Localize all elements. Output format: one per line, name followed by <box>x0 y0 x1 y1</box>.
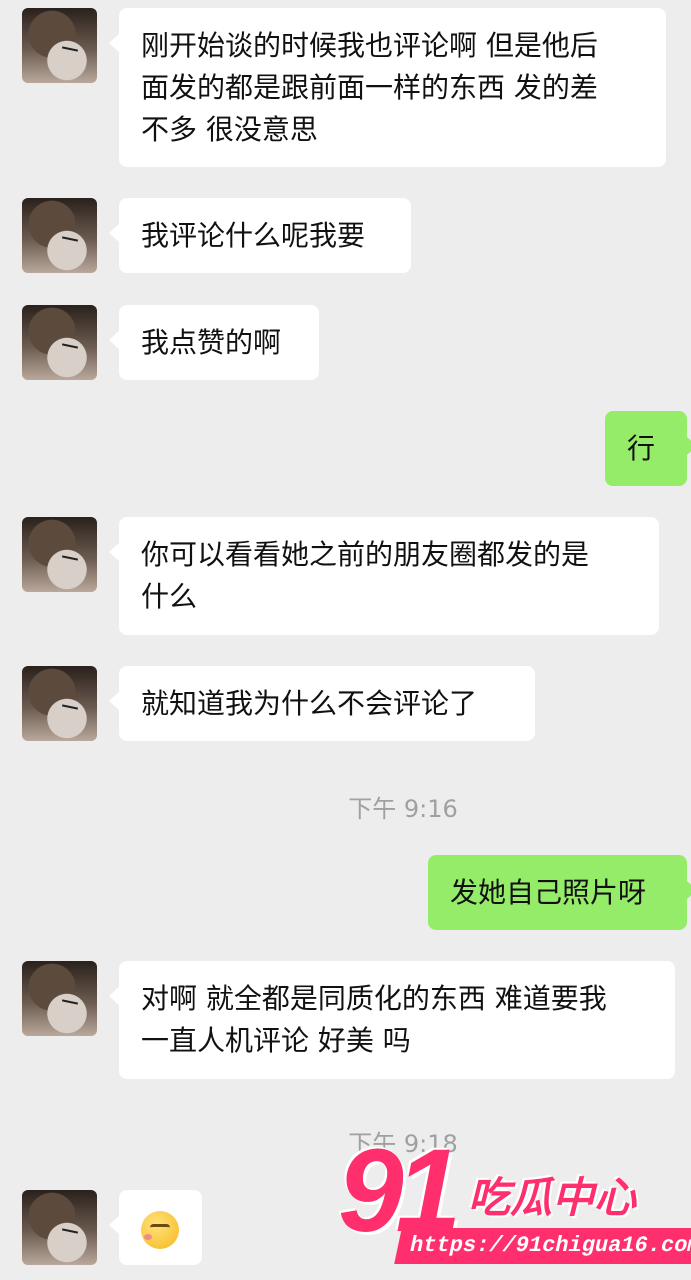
message-line: 我点赞的啊 <box>141 326 282 359</box>
watermark-title: 吃瓜中心 <box>468 1173 637 1222</box>
message-bubble-incoming[interactable]: 对啊 就全都是同质化的东西 难道要我 一直人机评论 好美 吗 <box>109 961 675 1079</box>
chat-window: 刚开始谈的时候我也评论啊 但是他后 面发的都是跟前面一样的东西 发的差 不多 很… <box>0 0 691 1280</box>
message-bubble-incoming[interactable]: 我点赞的啊 <box>109 305 319 380</box>
message-line: 就知道我为什么不会评论了 <box>141 687 478 720</box>
contact-avatar[interactable] <box>22 8 97 83</box>
message-line: 不多 很没意思 <box>141 113 318 146</box>
contact-avatar[interactable] <box>22 198 97 273</box>
message-line: 一直人机评论 好美 吗 <box>141 1024 411 1057</box>
pouting-face-emoji-icon <box>141 1211 179 1249</box>
message-bubble-incoming[interactable]: 就知道我为什么不会评论了 <box>109 666 535 741</box>
contact-avatar[interactable] <box>22 1190 97 1265</box>
message-line: 你可以看看她之前的朋友圈都发的是 <box>141 538 590 571</box>
message-bubble-incoming[interactable]: 刚开始谈的时候我也评论啊 但是他后 面发的都是跟前面一样的东西 发的差 不多 很… <box>109 8 666 167</box>
message-bubble-incoming[interactable]: 我评论什么呢我要 <box>109 198 411 273</box>
message-line: 我评论什么呢我要 <box>141 219 366 252</box>
contact-avatar[interactable] <box>22 517 97 592</box>
message-line: 发她自己照片呀 <box>450 876 647 909</box>
message-bubble-outgoing[interactable]: 行 <box>605 411 691 486</box>
message-line: 刚开始谈的时候我也评论啊 但是他后 <box>141 29 598 62</box>
site-watermark: 91 吃瓜中心 https://91chigua16.com <box>338 1132 691 1272</box>
message-bubble-outgoing[interactable]: 发她自己照片呀 <box>428 855 691 930</box>
contact-avatar[interactable] <box>22 961 97 1036</box>
message-line: 什么 <box>141 580 198 613</box>
message-line: 行 <box>627 432 656 465</box>
watermark-url: https://91chigua16.com <box>394 1228 691 1264</box>
message-timestamp: 下午 9:16 <box>348 795 458 823</box>
message-line: 面发的都是跟前面一样的东西 发的差 <box>141 71 598 104</box>
contact-avatar[interactable] <box>22 666 97 741</box>
message-bubble-incoming[interactable]: 你可以看看她之前的朋友圈都发的是 什么 <box>109 517 659 635</box>
contact-avatar[interactable] <box>22 305 97 380</box>
message-bubble-incoming[interactable] <box>109 1190 202 1265</box>
message-line: 对啊 就全都是同质化的东西 难道要我 <box>141 982 607 1015</box>
